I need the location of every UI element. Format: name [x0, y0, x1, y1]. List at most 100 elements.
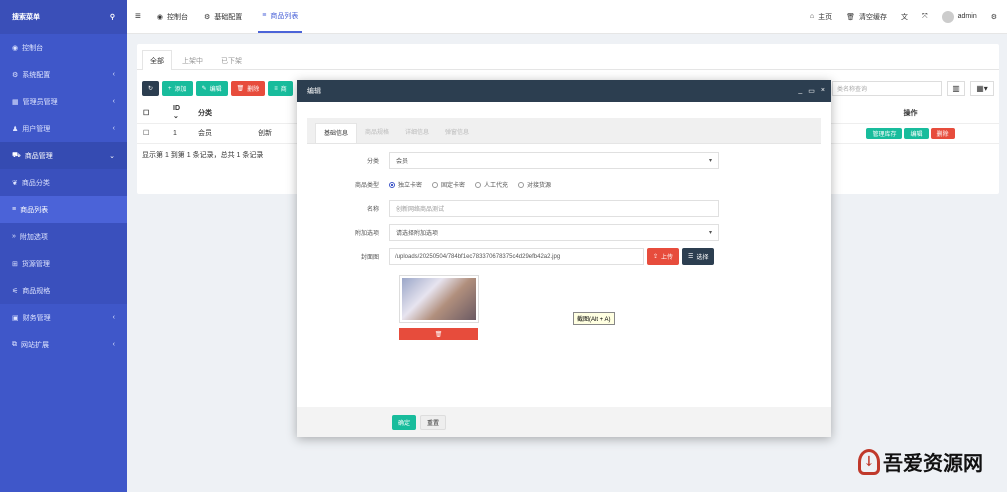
upload-button[interactable]: ⇪ 上传	[647, 248, 680, 265]
remove-cover-button[interactable]: 🗑	[399, 328, 478, 340]
cart-icon: ⛟	[12, 152, 21, 159]
chevron-left-icon: ‹	[112, 314, 115, 321]
trash-icon: 🗑	[236, 86, 245, 92]
chevron-down-icon: ⌄	[109, 152, 115, 160]
list-icon: ≡	[274, 85, 278, 92]
user-icon: ♟	[12, 125, 19, 133]
sidebar-item-extend[interactable]: ⧉ 网站扩展 ‹	[0, 331, 127, 358]
chevron-left-icon: ‹	[112, 125, 115, 132]
sidebar: 搜索菜单 ⚲ ◉ 控制台 ⚙ 系统配置 ‹ ▦ 管理员管理 ‹ ♟ 用户管理 ‹ ⛟ 商品管理 ⌄…	[0, 0, 127, 492]
cogs-icon: ⚙	[12, 71, 19, 79]
sidebar-item-goods-list[interactable]: ≡ 商品列表	[0, 196, 127, 223]
minimize-icon[interactable]: _	[798, 87, 802, 95]
sidebar-item-spec[interactable]: ⚟ 商品规格	[0, 277, 127, 304]
category-label: 分类	[366, 159, 379, 165]
confirm-button[interactable]: 确定	[392, 414, 417, 430]
addon-label: 附加选项	[354, 231, 379, 237]
modal-tab-popup[interactable]: 弹窗信息	[437, 123, 477, 143]
export-icon[interactable]: ▦▾	[970, 81, 994, 96]
clear-cache-button[interactable]: 🗑 清空缓存	[846, 12, 887, 22]
manage-stock-button[interactable]: 管理库存	[866, 127, 903, 139]
modal-tab-detail[interactable]: 详细信息	[397, 123, 437, 143]
sidebar-search[interactable]: 搜索菜单 ⚲	[0, 0, 127, 34]
sidebar-item-finance[interactable]: ▣ 财务管理 ‹	[0, 304, 127, 331]
name-label: 名称	[366, 207, 379, 213]
radio-docking[interactable]: 对接货源	[518, 180, 551, 189]
fullscreen-icon[interactable]: ⤧	[922, 13, 928, 21]
list-icon: ☰	[688, 254, 694, 260]
close-icon[interactable]: ×	[821, 87, 825, 95]
home-link[interactable]: ⌂ 主页	[810, 12, 832, 22]
more-button[interactable]: ≡ 商	[268, 81, 293, 96]
cover-thumbnail[interactable]	[399, 275, 479, 323]
sidebar-item-dashboard[interactable]: ◉ 控制台	[0, 34, 127, 61]
choose-button[interactable]: ☰ 选择	[682, 248, 715, 265]
tab-dashboard[interactable]: ◉ 控制台	[157, 12, 188, 22]
modal-title: 编辑	[307, 88, 321, 95]
chevron-left-icon: ‹	[112, 341, 115, 348]
chevron-left-icon: ‹	[112, 71, 115, 78]
bars-icon[interactable]: ≡	[135, 11, 141, 22]
cover-input[interactable]: /uploads/20250504/784bf1ec783370678375c4…	[389, 248, 644, 265]
tab-goods-list[interactable]: ≡ 商品列表	[258, 0, 303, 33]
translate-icon[interactable]: 文	[901, 12, 908, 22]
search-icon[interactable]: ⚲	[110, 13, 115, 21]
addon-select[interactable]: 请选择附加选项 ▾	[389, 224, 719, 241]
settings-icon[interactable]: ⚙	[991, 13, 997, 21]
sidebar-item-system[interactable]: ⚙ 系统配置 ‹	[0, 61, 127, 88]
chevron-left-icon: ‹	[112, 98, 115, 105]
search-input[interactable]: 类名称查询	[832, 81, 942, 96]
plus-icon: +	[168, 85, 172, 92]
radio-fixed[interactable]: 固定卡密	[432, 180, 465, 189]
radio-manual[interactable]: 人工代充	[475, 180, 508, 189]
cover-image	[402, 278, 476, 320]
angle-double-icon: »	[12, 233, 16, 240]
sidebar-item-goods[interactable]: ⛟ 商品管理 ⌄	[0, 142, 127, 169]
modal-tab-spec[interactable]: 商品规格	[357, 123, 397, 143]
sidebar-item-goods-category[interactable]: ❦ 商品分类	[0, 169, 127, 196]
row-delete-button[interactable]: 删除	[930, 127, 955, 139]
row-edit-button[interactable]: 编辑	[904, 127, 929, 139]
cover-label: 封面图	[360, 255, 379, 261]
refresh-button[interactable]: ↻	[142, 81, 160, 96]
avatar	[941, 10, 954, 23]
edit-modal: 编辑 _ ▭ × 基础信息 商品规格 详细信息 弹窗信息 分类 会员 ▾ 商品类型…	[297, 80, 831, 437]
maximize-icon[interactable]: ▭	[808, 87, 815, 95]
type-label: 商品类型	[354, 183, 379, 189]
category-select[interactable]: 会员 ▾	[389, 152, 719, 169]
modal-header[interactable]: 编辑 _ ▭ ×	[297, 80, 831, 102]
money-icon: ▣	[12, 314, 19, 322]
topbar: ≡ ◉ 控制台 ⚙ 基础配置 ≡ 商品列表 ⌂ 主页 🗑 清空缓存 文 ⤧ admin ⚙	[127, 0, 1007, 34]
columns-icon[interactable]: ▥	[947, 81, 965, 96]
add-button[interactable]: + 添加	[162, 81, 193, 96]
delete-button[interactable]: 🗑 删除	[230, 81, 266, 96]
external-icon: ⧉	[12, 340, 17, 348]
sidebar-search-label: 搜索菜单	[12, 14, 40, 21]
edit-button[interactable]: ✎ 编辑	[195, 81, 228, 96]
sidebar-item-admins[interactable]: ▦ 管理员管理 ‹	[0, 88, 127, 115]
leaf-icon: ❦	[12, 179, 18, 187]
tab-all[interactable]: 全部	[142, 50, 172, 70]
sidebar-item-users[interactable]: ♟ 用户管理 ‹	[0, 115, 127, 142]
radio-independent[interactable]: 独立卡密	[389, 180, 422, 189]
trash-icon: 🗑	[846, 13, 856, 21]
upload-icon: ⇪	[653, 254, 659, 260]
caret-down-icon: ▾	[708, 230, 712, 236]
select-all-checkbox[interactable]: ☐	[143, 110, 149, 117]
pencil-icon: ✎	[201, 86, 207, 92]
gear-icon: ⚙	[203, 13, 211, 21]
user-menu[interactable]: admin	[941, 10, 977, 23]
tab-base-config[interactable]: ⚙ 基础配置	[204, 12, 242, 22]
sort-icon[interactable]: ⌄	[173, 113, 179, 120]
caret-down-icon: ▾	[708, 158, 712, 164]
sidebar-item-addons[interactable]: » 附加选项	[0, 223, 127, 250]
tab-off-sale[interactable]: 已下架	[213, 50, 250, 70]
row-checkbox[interactable]: ☐	[143, 130, 149, 137]
tab-on-sale[interactable]: 上架中	[174, 50, 211, 70]
watermark: ↓ 吾爱资源网	[858, 447, 983, 476]
list-icon: ≡	[262, 12, 267, 19]
reset-button[interactable]: 重置	[420, 414, 447, 430]
sidebar-item-source[interactable]: ⊞ 货源管理	[0, 250, 127, 277]
modal-tab-basic[interactable]: 基础信息	[315, 123, 358, 143]
name-input[interactable]: 创新网络商品测试	[389, 200, 719, 217]
